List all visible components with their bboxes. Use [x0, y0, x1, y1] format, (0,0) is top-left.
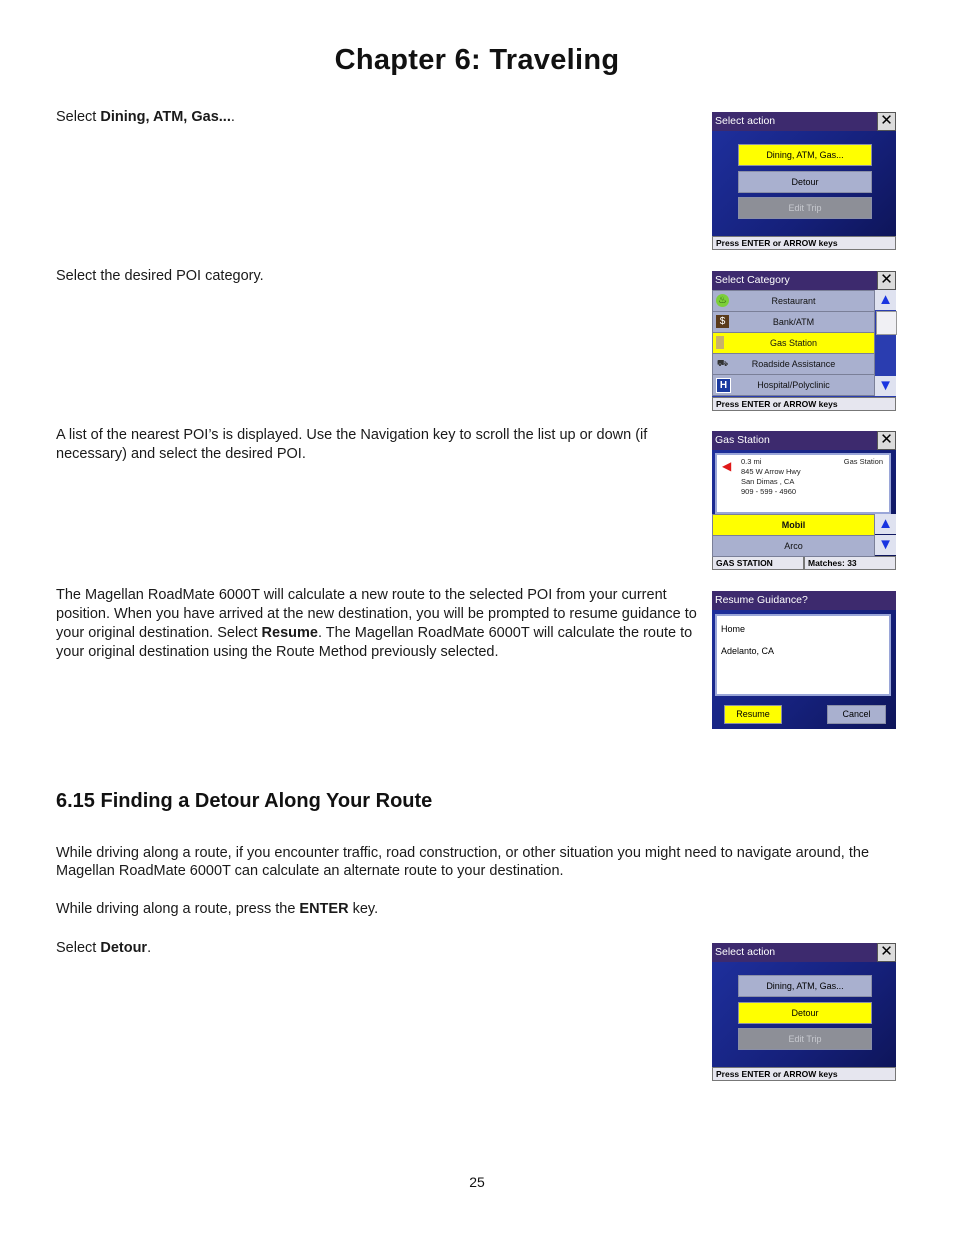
poi-address: 845 W Arrow Hwy [741, 467, 801, 476]
category-item-hospital[interactable]: H Hospital/Polyclinic [712, 374, 875, 396]
screen-body: Dining, ATM, Gas... Detour Edit Trip [712, 962, 896, 1067]
edit-trip-button: Edit Trip [738, 1028, 872, 1050]
step-bold: Detour [100, 940, 148, 956]
step-text: Select [56, 940, 101, 956]
resume-button[interactable]: Resume [724, 705, 782, 724]
poi-result-mobil[interactable]: Mobil [712, 514, 875, 536]
screen-title: Select action [715, 946, 776, 958]
destination-city: Adelanto, CA [721, 646, 775, 656]
screen-resume-guidance: Resume Guidance? Home Adelanto, CA Resum… [712, 591, 896, 729]
screen-title-bar: Resume Guidance? [712, 591, 896, 610]
status-bar: Press ENTER or ARROW keys [712, 1067, 896, 1081]
page-number: 25 [469, 1174, 485, 1190]
tow-truck-icon: ⛟ [716, 358, 729, 368]
scroll-thumb[interactable] [876, 311, 897, 335]
category-label: Hospital/Polyclinic [757, 380, 830, 390]
step-bold: Resume [261, 625, 318, 641]
step-bold: Dining, ATM, Gas... [100, 109, 231, 125]
screen-select-action-2: Select action ✕ Dining, ATM, Gas... Deto… [712, 943, 896, 1081]
restaurant-icon: ♨ [716, 294, 729, 307]
section-intro: While driving along a route, if you enco… [56, 845, 870, 879]
step-text: . [147, 940, 152, 956]
category-item-gas-station[interactable]: Gas Station [712, 332, 875, 354]
scroll-up-icon[interactable]: ▲ [875, 514, 896, 534]
edit-trip-button: Edit Trip [738, 197, 872, 219]
category-item-roadside-assistance[interactable]: ⛟ Roadside Assistance [712, 353, 875, 375]
scroll-down-icon[interactable]: ▼ [875, 376, 896, 396]
category-item-bank-atm[interactable]: $ Bank/ATM [712, 311, 875, 333]
step-text: key. [348, 901, 379, 917]
status-matches: Matches: 33 [804, 556, 896, 570]
status-bar: GAS STATION Matches: 33 [712, 556, 896, 570]
scroll-up-icon[interactable]: ▲ [875, 290, 896, 310]
screen-title: Resume Guidance? [715, 594, 808, 606]
scroll-down-icon[interactable]: ▼ [875, 535, 896, 555]
screen-title-bar: Gas Station ✕ [712, 431, 896, 450]
direction-arrow-icon: ◀ [722, 459, 732, 473]
poi-category: Gas Station [843, 457, 883, 466]
step-text: Select [56, 109, 101, 125]
scrollbar[interactable]: ▲ ▼ [875, 290, 897, 397]
screen-body: Dining, ATM, Gas... Detour Edit Trip [712, 131, 896, 236]
poi-phone: 909 - 599 - 4960 [741, 487, 797, 496]
screen-gas-station: Gas Station ✕ ◀ 0.3 mi Gas Station 845 W… [712, 431, 896, 570]
dining-atm-gas-button[interactable]: Dining, ATM, Gas... [738, 144, 872, 166]
close-x-icon[interactable]: ✕ [877, 943, 896, 962]
status-bar: Press ENTER or ARROW keys [712, 397, 896, 411]
screen-title-bar: Select action ✕ [712, 943, 896, 962]
screen-title: Select Category [715, 274, 790, 286]
screen-title: Gas Station [715, 434, 770, 446]
step-select-dining: Select Dining, ATM, Gas.... [56, 108, 696, 127]
close-x-icon[interactable]: ✕ [877, 271, 896, 290]
category-label: Gas Station [769, 338, 818, 348]
destination-name: Home [721, 624, 746, 634]
category-list: ♨ Restaurant $ Bank/ATM Gas Station ⛟ Ro… [712, 290, 897, 397]
screen-title-bar: Select action ✕ [712, 112, 896, 131]
step-select-category: Select the desired POI category. [56, 268, 264, 284]
poi-distance: 0.3 mi [741, 457, 762, 466]
section-heading: 6.15 Finding a Detour Along Your Route [56, 790, 433, 812]
poi-city: San Dimas , CA [741, 477, 795, 486]
category-item-restaurant[interactable]: ♨ Restaurant [712, 290, 875, 312]
close-x-icon[interactable]: ✕ [877, 431, 896, 450]
destination-box: Home Adelanto, CA [715, 614, 891, 696]
detour-button[interactable]: Detour [738, 1002, 872, 1024]
status-bar: Press ENTER or ARROW keys [712, 236, 896, 250]
screen-title: Select action [715, 115, 776, 127]
screen-title-bar: Select Category ✕ [712, 271, 896, 290]
chapter-title: Chapter 6: Traveling [334, 44, 620, 76]
step-bold: ENTER [299, 901, 349, 917]
step-text: . [230, 109, 235, 125]
detour-button[interactable]: Detour [738, 171, 872, 193]
step-press-enter: While driving along a route, press the E… [56, 900, 696, 919]
gas-pump-icon [716, 336, 724, 349]
category-label: Bank/ATM [772, 317, 815, 327]
hospital-icon: H [716, 378, 731, 393]
category-label: Roadside Assistance [751, 359, 836, 369]
step-select-detour: Select Detour. [56, 939, 696, 958]
cancel-button[interactable]: Cancel [827, 705, 886, 724]
screen-select-category: Select Category ✕ ♨ Restaurant $ Bank/AT… [712, 271, 897, 411]
dining-atm-gas-button[interactable]: Dining, ATM, Gas... [738, 975, 872, 997]
poi-result-arco[interactable]: Arco [712, 535, 875, 557]
status-category: GAS STATION [712, 556, 804, 570]
step-text: While driving along a route, press the [56, 901, 300, 917]
screen-body: ◀ 0.3 mi Gas Station 845 W Arrow Hwy San… [712, 450, 896, 557]
category-label: Restaurant [771, 296, 816, 306]
step-resume-guidance: The Magellan RoadMate 6000T will calcula… [56, 586, 704, 662]
poi-info-box: ◀ 0.3 mi Gas Station 845 W Arrow Hwy San… [715, 453, 891, 514]
close-x-icon[interactable]: ✕ [877, 112, 896, 131]
screen-body: Home Adelanto, CA Resume Cancel [712, 610, 896, 729]
step-select-poi: A list of the nearest POI’s is displayed… [56, 427, 648, 462]
bank-icon: $ [716, 315, 729, 328]
screen-select-action-1: Select action ✕ Dining, ATM, Gas... Deto… [712, 112, 896, 250]
